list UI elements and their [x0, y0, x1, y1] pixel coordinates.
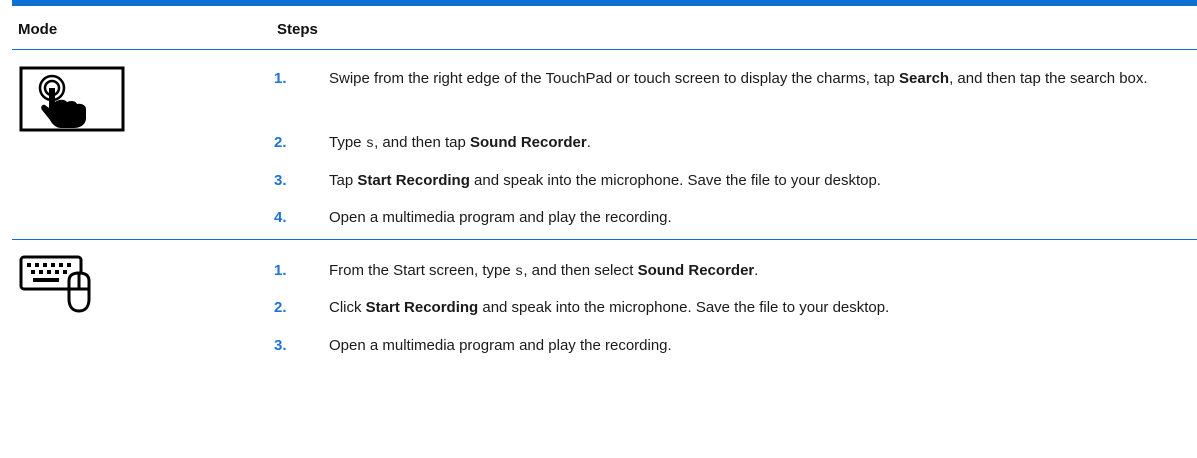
step-text: From the Start screen, type s, and then …: [329, 262, 759, 280]
touch-gesture-icon: [19, 66, 125, 137]
step-number: 1.: [274, 262, 287, 279]
step-text: Swipe from the right edge of the TouchPa…: [329, 70, 1148, 87]
step-number: 2.: [274, 134, 287, 151]
table-header: Mode Steps: [12, 6, 1197, 50]
ui-term: Sound Recorder: [470, 134, 587, 151]
steps-table: Mode Steps 1. Swipe from the right edge …: [12, 0, 1197, 450]
step-text: Type s, and then tap Sound Recorder.: [329, 134, 591, 152]
ui-term: Start Recording: [365, 299, 479, 316]
header-steps: Steps: [277, 21, 318, 38]
step-number: 3.: [274, 172, 287, 189]
typed-key: s: [365, 136, 375, 152]
table-row-keyboard: 1. From the Start screen, type s, and th…: [12, 240, 1197, 450]
ui-term: Sound Recorder: [637, 262, 755, 279]
step-number: 3.: [274, 337, 287, 354]
table-row-touch: 1. Swipe from the right edge of the Touc…: [12, 50, 1197, 240]
header-mode: Mode: [18, 21, 58, 38]
step-text: Open a multimedia program and play the r…: [329, 337, 672, 354]
ui-term: Search: [899, 70, 950, 87]
keyboard-mouse-icon: [19, 253, 97, 320]
step-number: 1.: [274, 70, 287, 87]
ui-term: Start Recording: [357, 172, 470, 189]
step-text: Click Start Recording and speak into the…: [329, 299, 890, 316]
step-text: Tap Start Recording and speak into the m…: [329, 172, 881, 189]
step-text: Open a multimedia program and play the r…: [329, 209, 672, 226]
step-number: 2.: [274, 299, 287, 316]
step-number: 4.: [274, 209, 287, 226]
